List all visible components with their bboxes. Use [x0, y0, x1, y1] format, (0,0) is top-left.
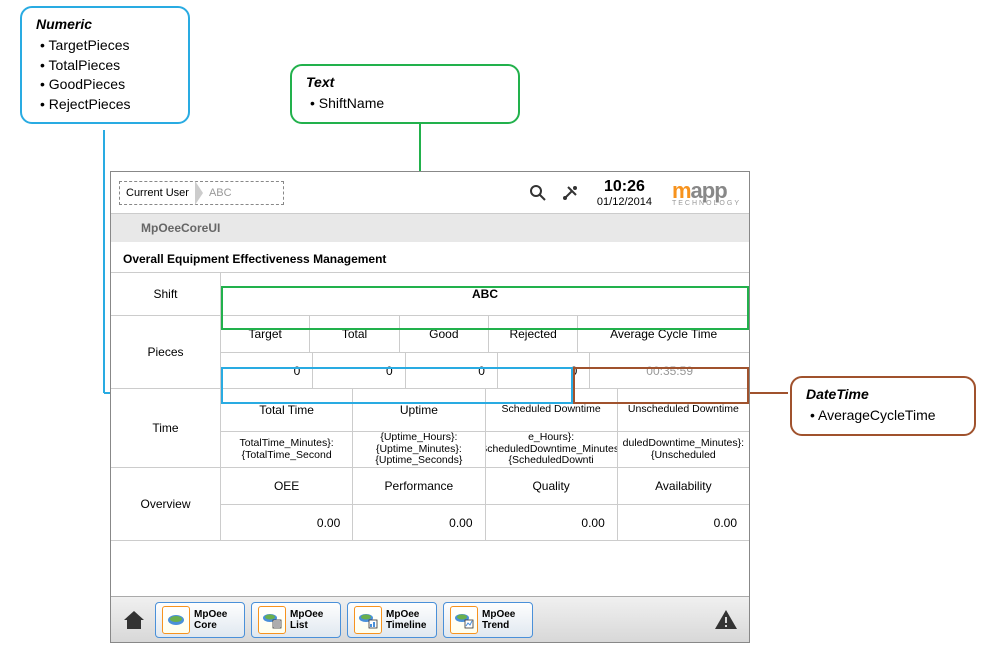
time-value-unscheduled: duledDowntime_Minutes}:{Unscheduled	[618, 432, 749, 467]
breadcrumb-separator-icon	[195, 181, 203, 205]
pieces-header-rejected: Rejected	[489, 316, 578, 352]
callout-item: AverageCycleTime	[810, 406, 960, 426]
nav-label: MpOee List	[290, 609, 334, 631]
row-label-overview: Overview	[111, 468, 221, 540]
logo-sub: TECHNOLOGY	[672, 200, 741, 207]
pieces-header-good: Good	[400, 316, 489, 352]
callout-numeric: Numeric TargetPieces TotalPieces GoodPie…	[20, 6, 190, 124]
overview-header-availability: Availability	[618, 468, 749, 504]
callout-text-title: Text	[306, 74, 504, 90]
nav-mpoee-timeline[interactable]: MpOee Timeline	[347, 602, 437, 638]
nav-mpoee-list[interactable]: MpOee List	[251, 602, 341, 638]
callout-item: GoodPieces	[40, 75, 174, 95]
pieces-header-target: Target	[221, 316, 310, 352]
pieces-value-rejected[interactable]: 0	[498, 353, 590, 388]
time-header-uptime: Uptime	[353, 389, 485, 431]
callout-item: TotalPieces	[40, 56, 174, 76]
time-value-uptime: {Uptime_Hours}:{Uptime_Minutes}:{Uptime_…	[353, 432, 485, 467]
oee-table: Shift ABC Pieces Target Total Good Rejec…	[111, 272, 749, 541]
tab-label[interactable]: MpOeeCoreUI	[141, 221, 220, 235]
row-overview: Overview OEE Performance Quality Availab…	[111, 468, 749, 541]
date-value: 01/12/2014	[597, 196, 652, 208]
current-user-value: ABC	[203, 187, 283, 199]
callout-text: Text ShiftName	[290, 64, 520, 124]
callout-datetime: DateTime AverageCycleTime	[790, 376, 976, 436]
nav-mpoee-core[interactable]: MpOee Core	[155, 602, 245, 638]
callout-item: RejectPieces	[40, 95, 174, 115]
shift-value[interactable]: ABC	[221, 273, 749, 315]
globe-timeline-icon	[354, 606, 382, 634]
pieces-value-good[interactable]: 0	[406, 353, 498, 388]
overview-value-performance: 0.00	[353, 505, 485, 540]
globe-trend-icon	[450, 606, 478, 634]
time-header-scheduled: Scheduled Downtime	[486, 389, 618, 431]
current-user-label: Current User	[120, 187, 195, 199]
globe-icon	[162, 606, 190, 634]
logo: mapp TECHNOLOGY	[672, 178, 741, 207]
overview-header-performance: Performance	[353, 468, 485, 504]
search-icon[interactable]	[527, 182, 549, 204]
bottom-bar: MpOee Core MpOee List MpOee Timeline MpO…	[111, 596, 749, 642]
nav-label: MpOee Timeline	[386, 609, 430, 631]
nav-mpoee-trend[interactable]: MpOee Trend	[443, 602, 533, 638]
time-value-scheduled: e_Hours}:{ScheduledDowntime_Minutes}:{Sc…	[486, 432, 618, 467]
pieces-header-total: Total	[310, 316, 399, 352]
tools-icon[interactable]	[559, 182, 581, 204]
row-pieces: Pieces Target Total Good Rejected Averag…	[111, 316, 749, 389]
current-user-box[interactable]: Current User ABC	[119, 181, 284, 205]
overview-header-quality: Quality	[486, 468, 618, 504]
overview-value-availability: 0.00	[618, 505, 749, 540]
home-icon[interactable]	[119, 605, 149, 635]
callout-datetime-title: DateTime	[806, 386, 960, 402]
nav-label: MpOee Core	[194, 609, 238, 631]
overview-value-quality: 0.00	[486, 505, 618, 540]
row-label-pieces: Pieces	[111, 316, 221, 388]
datetime-display: 10:26 01/12/2014	[597, 178, 652, 208]
section-title: Overall Equipment Effectiveness Manageme…	[111, 242, 749, 272]
overview-header-oee: OEE	[221, 468, 353, 504]
globe-list-icon	[258, 606, 286, 634]
alert-icon[interactable]	[711, 605, 741, 635]
main-panel: Current User ABC 10:26 01/12/2014 mapp T…	[110, 171, 750, 643]
time-header-unscheduled: Unscheduled Downtime	[618, 389, 749, 431]
time-value: 10:26	[597, 178, 652, 196]
callout-item: TargetPieces	[40, 36, 174, 56]
pieces-value-avgcycle[interactable]: 00:35:59	[590, 353, 749, 388]
row-label-time: Time	[111, 389, 221, 467]
row-time: Time Total Time Uptime Scheduled Downtim…	[111, 389, 749, 468]
pieces-header-avgcycle: Average Cycle Time	[578, 316, 749, 352]
header-bar: Current User ABC 10:26 01/12/2014 mapp T…	[111, 172, 749, 214]
callout-numeric-title: Numeric	[36, 16, 174, 32]
nav-label: MpOee Trend	[482, 609, 526, 631]
overview-value-oee: 0.00	[221, 505, 353, 540]
time-value-total: TotalTime_Minutes}:{TotalTime_Second	[221, 432, 353, 467]
tab-bar: MpOeeCoreUI	[111, 214, 749, 242]
row-shift: Shift ABC	[111, 273, 749, 316]
pieces-value-total[interactable]: 0	[313, 353, 405, 388]
row-label-shift: Shift	[111, 273, 221, 315]
time-header-total: Total Time	[221, 389, 353, 431]
pieces-value-target[interactable]: 0	[221, 353, 313, 388]
callout-item: ShiftName	[310, 94, 504, 114]
